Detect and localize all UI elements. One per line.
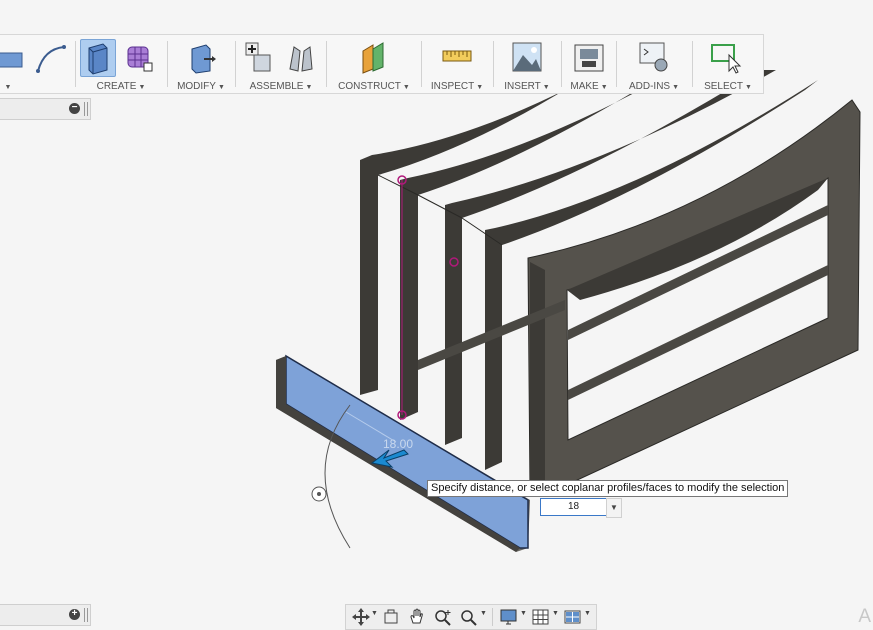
- 3d-print-icon[interactable]: [572, 39, 606, 75]
- insert-image-icon[interactable]: [510, 39, 544, 75]
- extrude-tooltip: Specify distance, or select coplanar pro…: [427, 480, 789, 497]
- grid-settings-icon[interactable]: [530, 607, 552, 627]
- press-pull-icon[interactable]: [184, 39, 218, 75]
- construct-menu[interactable]: CONSTRUCT ▼: [329, 81, 419, 92]
- zoom-dropdown[interactable]: ▼: [480, 610, 487, 617]
- sketch-group: ▼: [0, 35, 75, 93]
- add-ins-group: ADD-INS ▼: [619, 35, 689, 93]
- browser-panel-header[interactable]: −: [0, 98, 91, 120]
- make-menu[interactable]: MAKE ▼: [564, 81, 614, 92]
- form-icon[interactable]: [122, 39, 156, 75]
- canvas-viewport[interactable]: 18.00: [0, 0, 873, 630]
- display-settings-icon[interactable]: [498, 607, 520, 627]
- distance-input[interactable]: [540, 498, 607, 516]
- look-at-icon[interactable]: [380, 607, 402, 627]
- grid-dropdown[interactable]: ▼: [552, 610, 559, 617]
- joint-icon[interactable]: [284, 39, 318, 75]
- offset-plane-icon[interactable]: [357, 39, 391, 75]
- inspect-menu[interactable]: INSPECT ▼: [424, 81, 490, 92]
- expand-button[interactable]: +: [69, 609, 80, 620]
- zoom-icon[interactable]: [432, 607, 454, 627]
- create-group: CREATE ▼: [78, 35, 164, 93]
- panel-grip[interactable]: [84, 102, 88, 116]
- orbit-icon[interactable]: [350, 607, 372, 627]
- fit-icon[interactable]: [458, 607, 480, 627]
- assemble-group: ASSEMBLE ▼: [238, 35, 324, 93]
- select-menu[interactable]: SELECT ▼: [695, 81, 761, 92]
- distance-label: 18.00: [383, 437, 413, 451]
- orbit-dropdown[interactable]: ▼: [371, 610, 378, 617]
- panel-grip[interactable]: [84, 608, 88, 622]
- viewports-icon[interactable]: [562, 607, 584, 627]
- create-menu[interactable]: CREATE ▼: [78, 81, 164, 92]
- display-dropdown[interactable]: ▼: [520, 610, 527, 617]
- select-group: SELECT ▼: [695, 35, 761, 93]
- measure-icon[interactable]: [440, 39, 474, 75]
- sketch-dropdown-caret[interactable]: ▼: [0, 81, 14, 92]
- collapse-button[interactable]: −: [69, 103, 80, 114]
- spline-icon[interactable]: [34, 39, 68, 75]
- inspect-group: INSPECT ▼: [424, 35, 490, 93]
- navigation-bar: ▼ ▼ ▼ ▼ ▼: [345, 604, 597, 630]
- select-icon[interactable]: [709, 39, 743, 75]
- make-group: MAKE ▼: [564, 35, 614, 93]
- pan-icon[interactable]: [406, 607, 428, 627]
- assemble-menu[interactable]: ASSEMBLE ▼: [238, 81, 324, 92]
- comments-panel-header[interactable]: +: [0, 604, 91, 626]
- new-component-icon[interactable]: [242, 39, 276, 75]
- insert-group: INSERT ▼: [496, 35, 558, 93]
- angle-handle[interactable]: [311, 486, 327, 502]
- insert-menu[interactable]: INSERT ▼: [496, 81, 558, 92]
- distance-dropdown[interactable]: ▼: [606, 498, 622, 518]
- viewports-dropdown[interactable]: ▼: [584, 610, 591, 617]
- construct-group: CONSTRUCT ▼: [329, 35, 419, 93]
- modify-menu[interactable]: MODIFY ▼: [170, 81, 232, 92]
- modify-group: MODIFY ▼: [170, 35, 232, 93]
- ribbon-toolbar: ▼ CREATE ▼ MODIFY ▼ ASSEMBLE ▼ CONSTRUCT ▼ I…: [0, 34, 764, 94]
- extrude-icon[interactable]: [80, 39, 116, 77]
- add-ins-menu[interactable]: ADD-INS ▼: [619, 81, 689, 92]
- rectangle-icon[interactable]: [0, 39, 34, 75]
- scripts-icon[interactable]: [637, 39, 671, 75]
- corner-glyph: A: [858, 606, 871, 627]
